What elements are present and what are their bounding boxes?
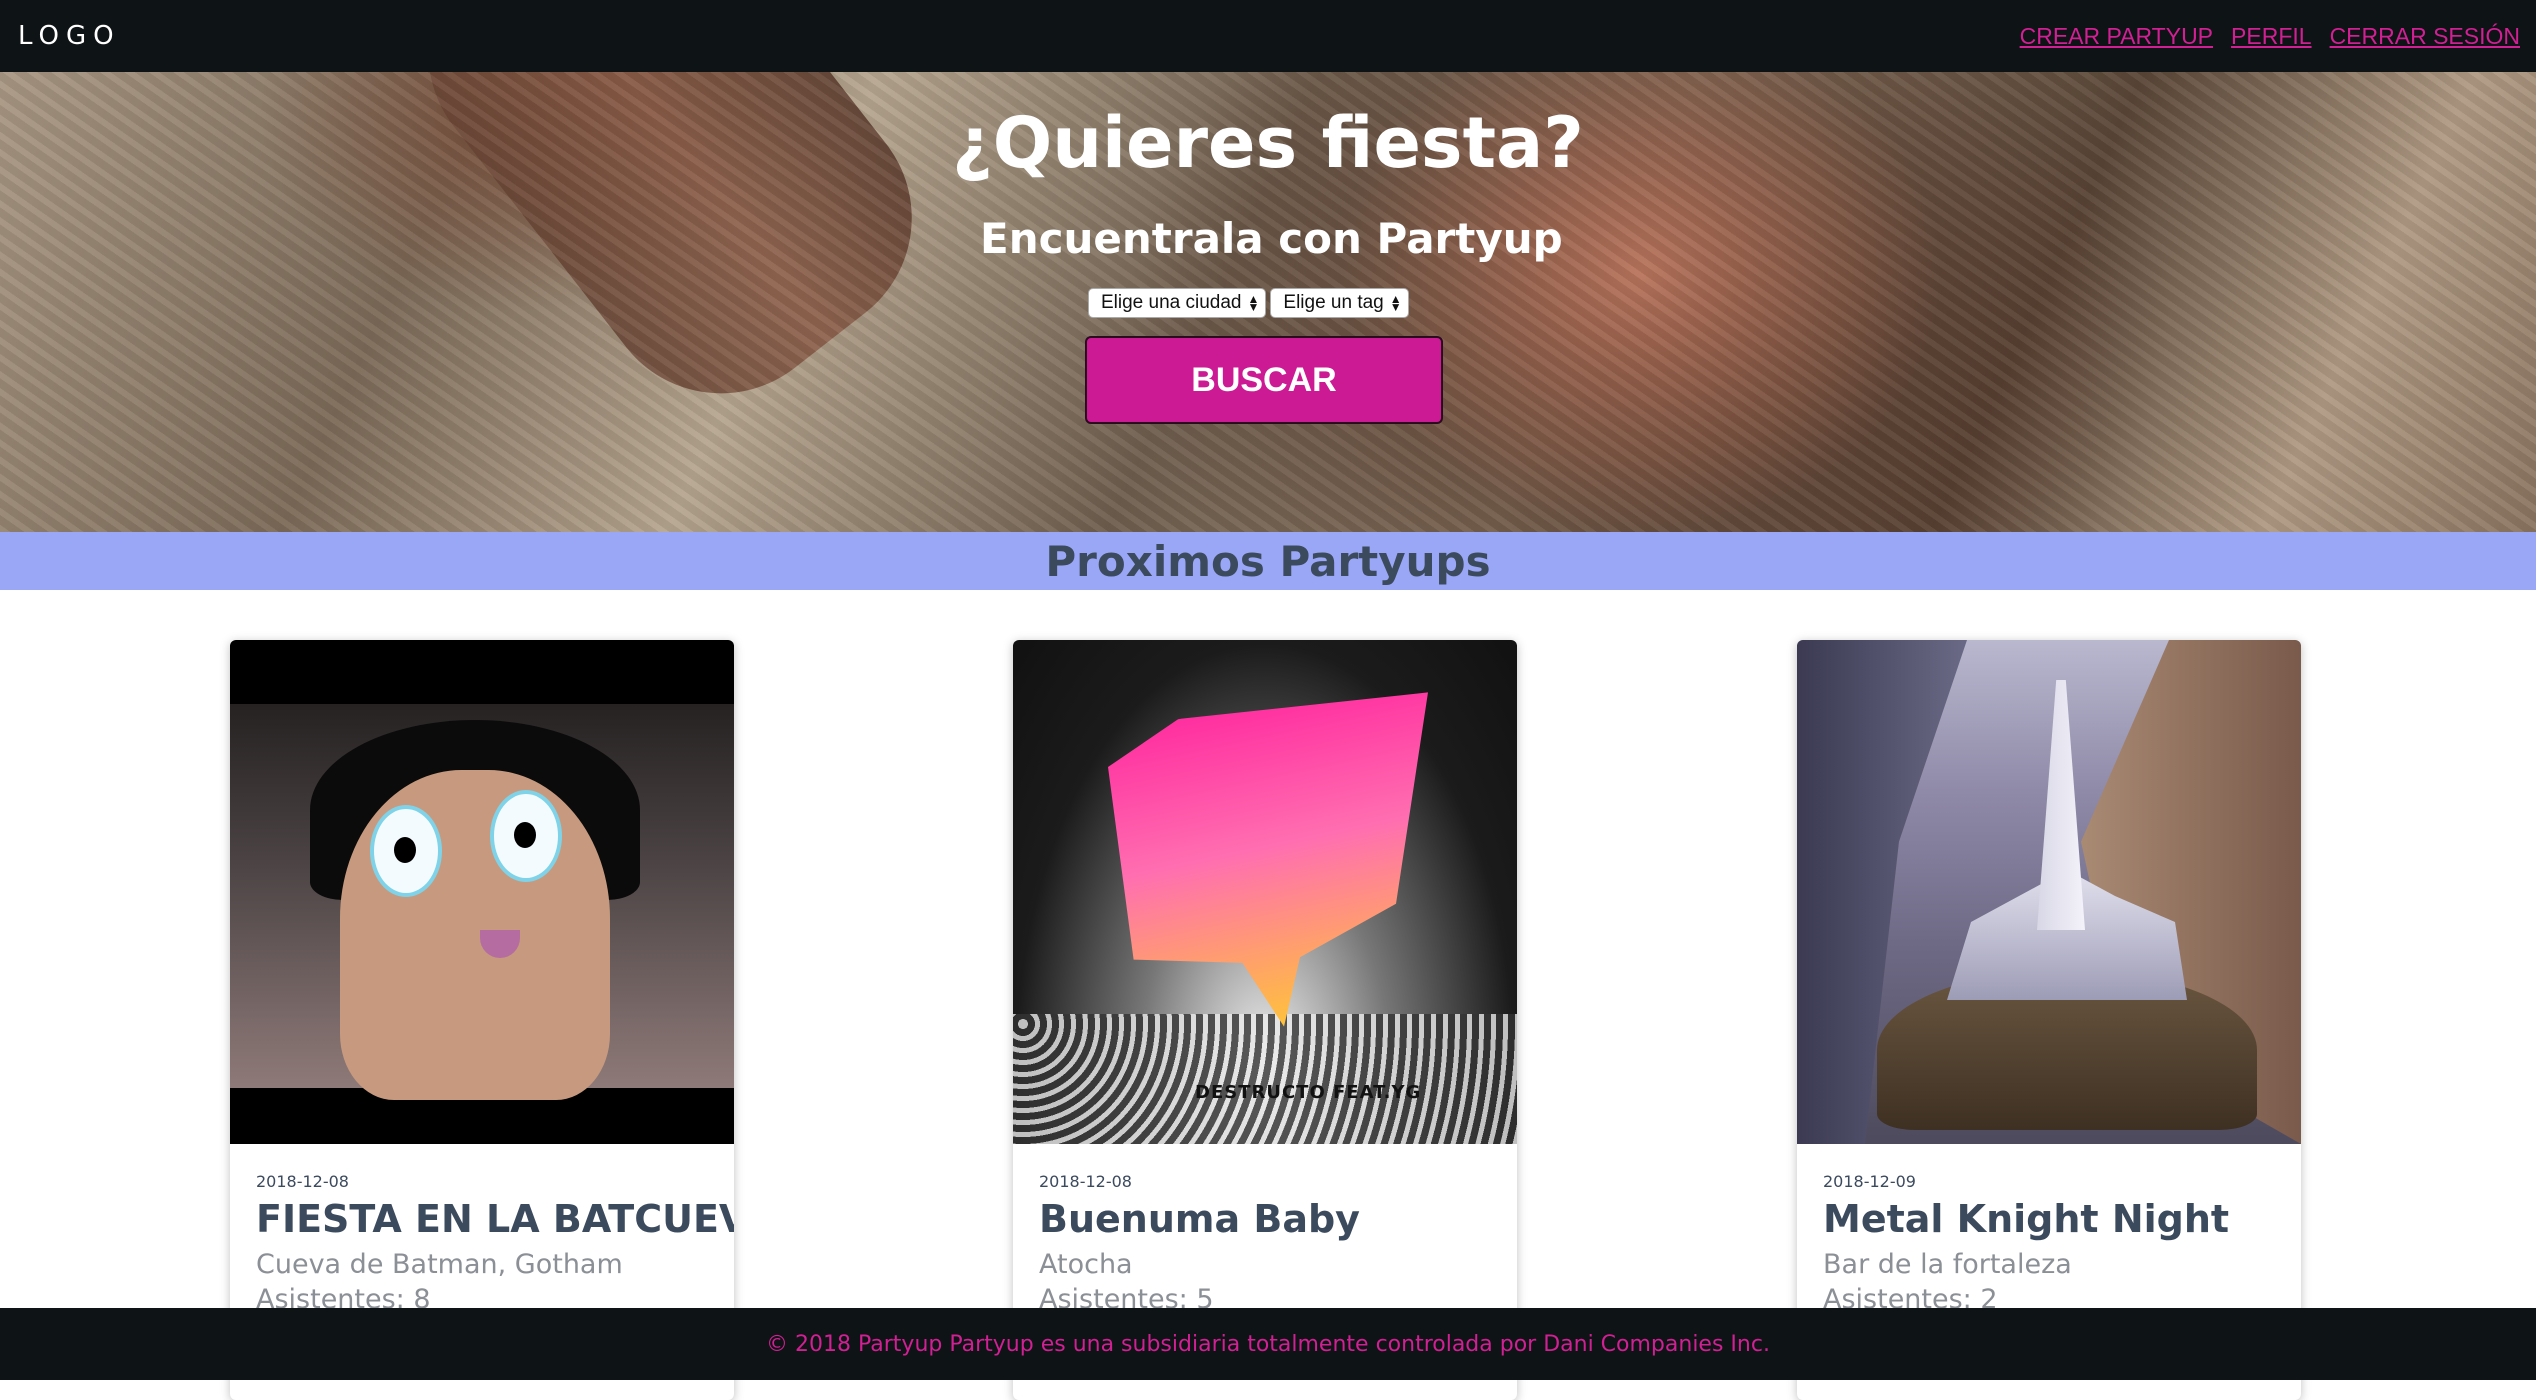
nav-links: CREAR PARTYUP PERFIL CERRAR SESIÓN <box>2020 23 2520 50</box>
poster-shape <box>1108 666 1428 1064</box>
card-location: Bar de la fortaleza <box>1823 1249 2072 1280</box>
card-location: Atocha <box>1039 1249 1133 1280</box>
footer-text: © 2018 Partyup Partyup es una subsidiari… <box>766 1331 1770 1357</box>
section-header: Proximos Partyups <box>0 532 2536 590</box>
eye-icon <box>370 805 442 897</box>
fortress-tower <box>2037 680 2085 930</box>
card-title[interactable]: Metal Knight Night <box>1823 1197 2275 1241</box>
cartoon-owl-image <box>230 640 734 1144</box>
tag-select[interactable]: Elige un tag ▲ ▼ <box>1270 288 1409 318</box>
hero-content: ¿Quieres fiesta? Encuentrala con Partyup… <box>0 72 2536 532</box>
card-date: 2018-12-09 <box>1823 1172 1916 1191</box>
footer: © 2018 Partyup Partyup es una subsidiari… <box>0 1308 2536 1380</box>
party-poster-image: DESTRUCTO FEAT.YG <box>1013 640 1517 1144</box>
search-button[interactable]: BUSCAR <box>1085 336 1443 424</box>
card-title[interactable]: FIESTA EN LA BATCUEVA <box>256 1197 734 1241</box>
crowd-graphic <box>1013 1014 1517 1144</box>
filter-selects: Elige una ciudad ▲ ▼ Elige un tag ▲ ▼ <box>1088 288 1409 318</box>
nav-link-perfil[interactable]: PERFIL <box>2231 23 2312 50</box>
hero-subtitle: Encuentrala con Partyup <box>980 214 1563 263</box>
fortress-painting-image <box>1797 640 2301 1144</box>
eye-icon <box>490 790 562 882</box>
city-select-value: Elige una ciudad <box>1101 292 1242 313</box>
hero-title: ¿Quieres fiesta? <box>952 102 1584 184</box>
event-card[interactable]: 2018-12-08 FIESTA EN LA BATCUEVA Cueva d… <box>230 640 734 1400</box>
event-card[interactable]: DESTRUCTO FEAT.YG 2018-12-08 Buenuma Bab… <box>1013 640 1517 1400</box>
event-card[interactable]: 2018-12-09 Metal Knight Night Bar de la … <box>1797 640 2301 1400</box>
section-title: Proximos Partyups <box>1045 536 1491 586</box>
navbar: LOGO CREAR PARTYUP PERFIL CERRAR SESIÓN <box>0 0 2536 72</box>
logo[interactable]: LOGO <box>18 21 121 51</box>
card-title[interactable]: Buenuma Baby <box>1039 1197 1491 1241</box>
tag-select-value: Elige un tag <box>1283 292 1384 313</box>
card-date: 2018-12-08 <box>256 1172 349 1191</box>
select-arrows-icon: ▲ ▼ <box>1247 292 1260 314</box>
card-date: 2018-12-08 <box>1039 1172 1132 1191</box>
nav-link-cerrar-sesion[interactable]: CERRAR SESIÓN <box>2330 23 2520 50</box>
card-location: Cueva de Batman, Gotham <box>256 1249 623 1280</box>
poster-caption: DESTRUCTO FEAT.YG <box>1195 1082 1422 1103</box>
select-arrows-icon: ▲ ▼ <box>1389 292 1402 314</box>
nav-link-crear-partyup[interactable]: CREAR PARTYUP <box>2020 23 2213 50</box>
hero-banner: ¿Quieres fiesta? Encuentrala con Partyup… <box>0 72 2536 532</box>
city-select[interactable]: Elige una ciudad ▲ ▼ <box>1088 288 1267 318</box>
